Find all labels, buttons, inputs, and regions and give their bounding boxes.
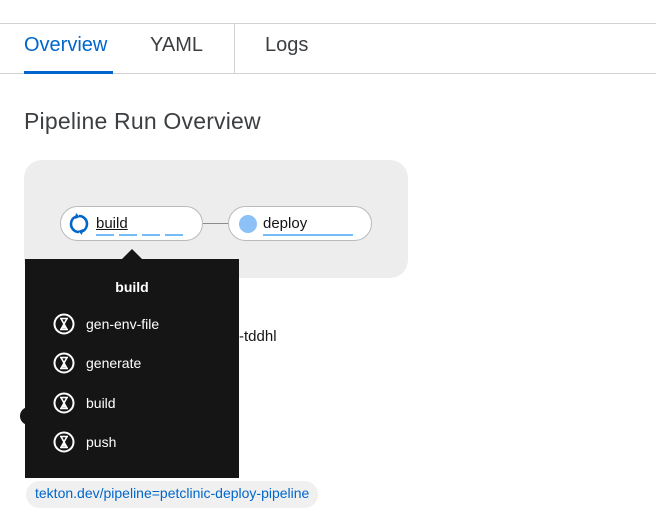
- task-tooltip: build gen-env-file generate build push: [25, 259, 239, 478]
- pipeline-node-build[interactable]: build: [60, 206, 203, 241]
- hourglass-icon: [53, 313, 75, 335]
- tab-bar: Overview YAML Logs: [0, 24, 656, 74]
- tab-yaml[interactable]: YAML: [150, 34, 203, 57]
- task-label: generate: [86, 355, 142, 371]
- pipeline-label-chip[interactable]: tekton.dev/pipeline=petclinic-deploy-pip…: [26, 481, 319, 508]
- page-title: Pipeline Run Overview: [24, 108, 261, 134]
- task-label: push: [86, 434, 117, 450]
- task-label: gen-env-file: [86, 316, 160, 332]
- node-label-build[interactable]: build: [96, 215, 128, 232]
- tooltip-title: build: [115, 279, 149, 295]
- tab-divider: [234, 24, 235, 74]
- node-label-deploy[interactable]: deploy: [263, 215, 307, 232]
- tab-logs[interactable]: Logs: [265, 34, 308, 57]
- pipeline-node-deploy[interactable]: deploy: [228, 206, 372, 241]
- task-progress-bar: [96, 234, 186, 236]
- active-tab-indicator: [24, 71, 113, 74]
- task-label: build: [86, 395, 116, 411]
- pipeline-run-name: -tddhl: [239, 328, 277, 345]
- sync-icon: [69, 213, 89, 235]
- node-connector: [203, 223, 228, 224]
- tooltip-arrow: [122, 249, 142, 259]
- pending-status-icon: [239, 215, 257, 233]
- hourglass-icon: [53, 431, 75, 453]
- task-progress-bar: [263, 234, 353, 236]
- hourglass-icon: [53, 352, 75, 374]
- hourglass-icon: [53, 392, 75, 414]
- tab-overview[interactable]: Overview: [24, 34, 107, 57]
